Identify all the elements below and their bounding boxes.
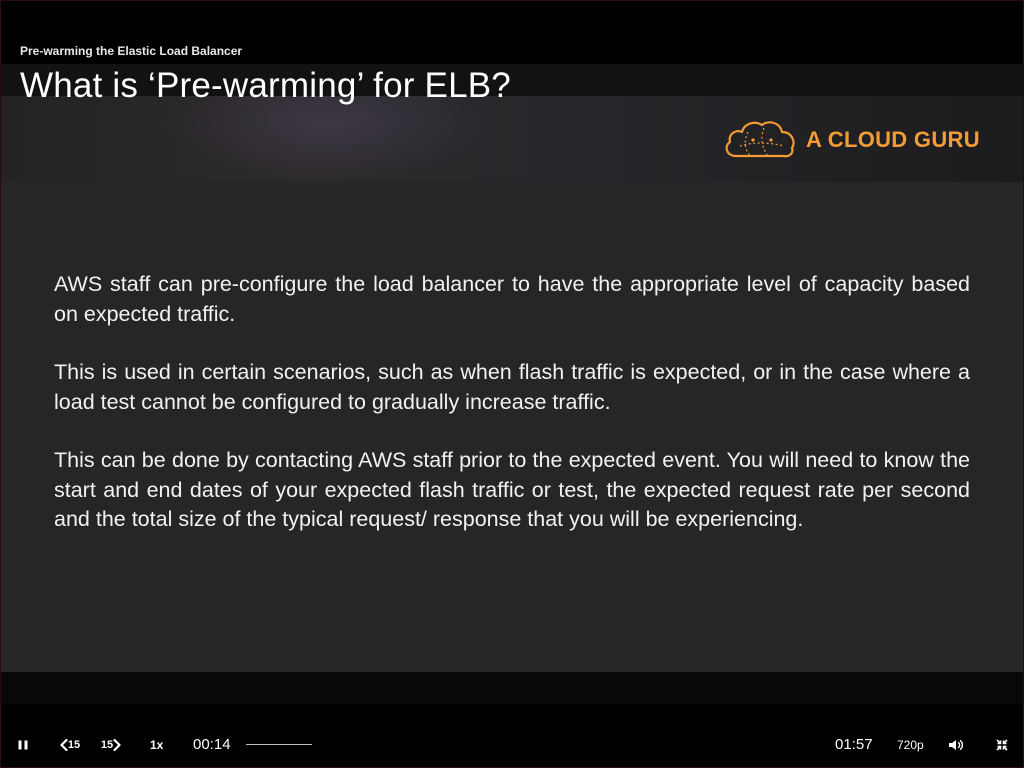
video-player[interactable]: Pre-warming the Elastic Load Balancer Wh… bbox=[0, 0, 1024, 768]
slide-paragraph: AWS staff can pre-configure the load bal… bbox=[54, 272, 970, 326]
quality-button[interactable]: 720p bbox=[897, 738, 924, 752]
pause-button[interactable] bbox=[12, 736, 34, 754]
cloud-logo-icon bbox=[725, 121, 795, 158]
pause-icon bbox=[18, 740, 28, 750]
exit-fullscreen-button[interactable] bbox=[992, 736, 1012, 754]
forward-15-button[interactable]: 15 bbox=[98, 736, 124, 754]
rewind-15-button[interactable]: 15 bbox=[57, 736, 83, 754]
slide-subtitle: Pre-warming the Elastic Load Balancer bbox=[20, 44, 243, 58]
slide-title: What is ‘Pre-warming’ for ELB? bbox=[20, 66, 511, 105]
slide-paragraph: This can be done by contacting AWS staff… bbox=[54, 448, 970, 531]
slide-paragraph: This is used in certain scenarios, such … bbox=[54, 360, 970, 414]
progress-bar[interactable] bbox=[246, 744, 312, 745]
forward-icon bbox=[113, 739, 121, 751]
current-time: 00:14 bbox=[193, 736, 231, 753]
playback-rate-button[interactable]: 1x bbox=[150, 738, 163, 752]
a-cloud-guru-logo: A CLOUD GURU bbox=[722, 116, 980, 164]
duration-time: 01:57 bbox=[835, 736, 873, 753]
letterbox-bottom bbox=[0, 672, 1024, 704]
presenter-overlay bbox=[160, 96, 500, 182]
player-controls-bar: 15 15 1x 00:14 01:57 720p bbox=[0, 704, 1024, 768]
logo-text: A CLOUD GURU bbox=[806, 127, 980, 152]
rewind-icon bbox=[60, 739, 68, 751]
slide-body: AWS staff can pre-configure the load bal… bbox=[54, 270, 970, 564]
rewind-seconds-label: 15 bbox=[67, 739, 81, 751]
exit-fullscreen-icon bbox=[996, 739, 1008, 751]
volume-button[interactable] bbox=[946, 736, 966, 754]
volume-icon bbox=[949, 740, 964, 750]
forward-seconds-label: 15 bbox=[100, 739, 114, 751]
